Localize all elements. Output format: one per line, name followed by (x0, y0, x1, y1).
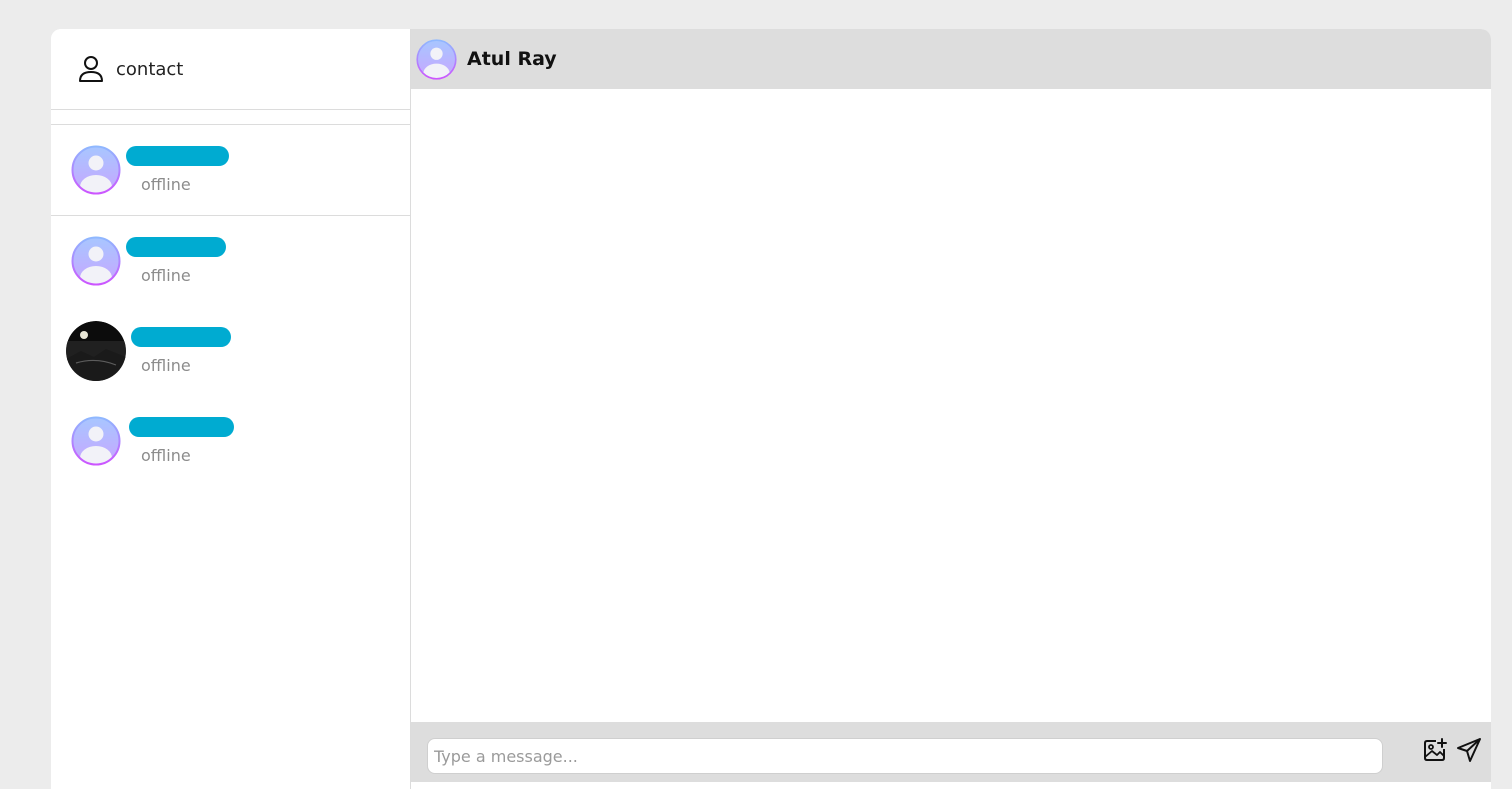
contact-item[interactable]: offline (51, 306, 410, 396)
send-icon[interactable] (1455, 736, 1483, 764)
chat-contact-name: Atul Ray (467, 48, 557, 70)
contact-item[interactable]: offline (51, 396, 410, 486)
contact-status: offline (141, 446, 191, 465)
contact-status: offline (141, 356, 191, 375)
user-icon (78, 54, 104, 84)
contact-name-redacted (126, 146, 229, 166)
sidebar-title: contact (116, 58, 184, 80)
message-input[interactable] (427, 738, 1383, 774)
sidebar-header: contact (51, 29, 410, 110)
chat-header: Atul Ray (411, 29, 1491, 89)
message-composer (411, 722, 1491, 782)
default-avatar-icon (71, 416, 121, 466)
contacts-sidebar: contact offline offline offline offline (51, 29, 411, 789)
sidebar-divider (51, 110, 410, 125)
contact-item[interactable]: offline (51, 216, 410, 306)
contact-item[interactable]: offline (51, 125, 410, 216)
chat-app: contact offline offline offline offline … (51, 29, 1491, 789)
photo-avatar (66, 321, 126, 381)
contact-status: offline (141, 266, 191, 285)
default-avatar-icon (416, 38, 457, 80)
contact-name-redacted (131, 327, 231, 347)
contact-status: offline (141, 175, 191, 194)
default-avatar-icon (71, 236, 121, 286)
chat-panel: Atul Ray (411, 29, 1491, 789)
contact-name-redacted (126, 237, 226, 257)
contact-name-redacted (129, 417, 234, 437)
image-add-icon[interactable] (1421, 736, 1449, 764)
default-avatar-icon (71, 145, 121, 195)
message-area (411, 89, 1491, 789)
